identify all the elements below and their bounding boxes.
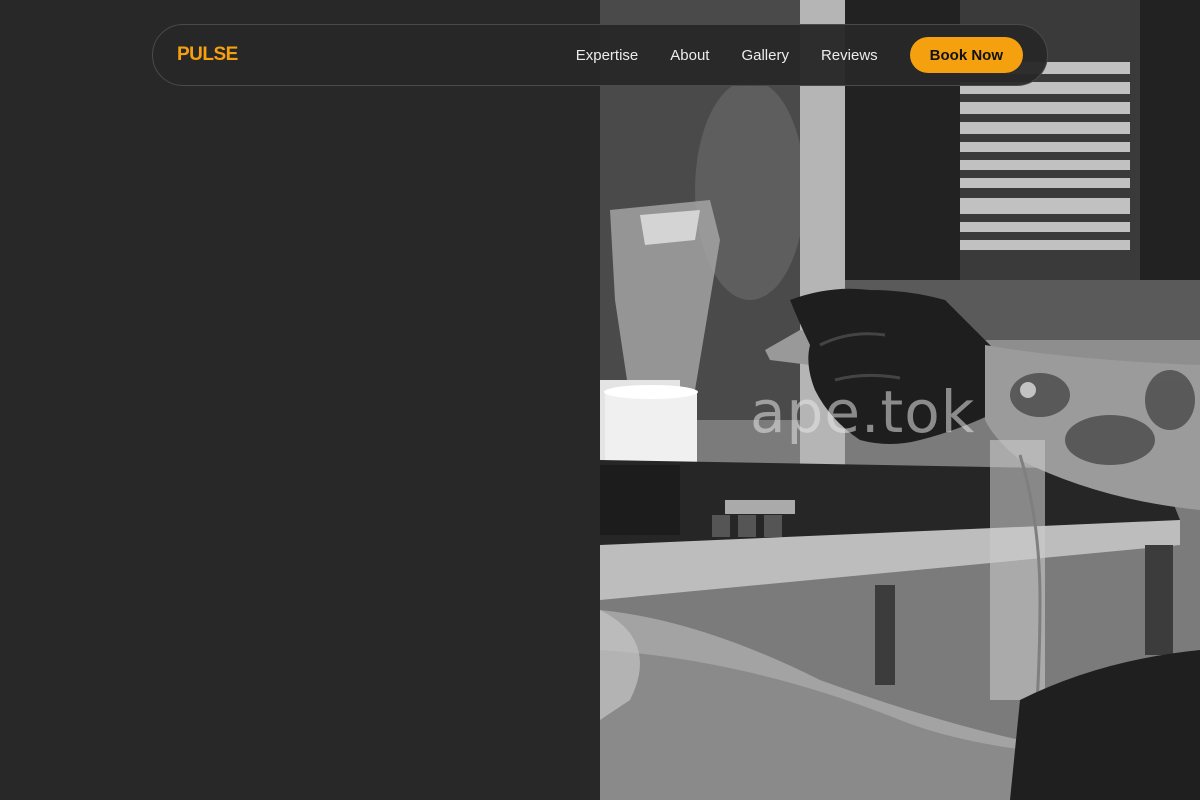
brand-logo[interactable]: PULSE [177,44,238,66]
hero-photo: ape.tok [600,0,1200,800]
nav-link-about[interactable]: About [670,47,709,64]
book-now-button[interactable]: Book Now [909,37,1023,73]
nav-link-expertise[interactable]: Expertise [576,47,639,64]
nav-link-reviews[interactable]: Reviews [821,47,878,64]
top-navigation-bar: PULSE Expertise About Gallery Reviews Bo… [152,24,1048,86]
hero-left-panel [0,0,600,800]
watermark-text: ape.tok [750,378,976,446]
nav-link-gallery[interactable]: Gallery [741,47,789,64]
nav-links: Expertise About Gallery Reviews [576,47,878,64]
